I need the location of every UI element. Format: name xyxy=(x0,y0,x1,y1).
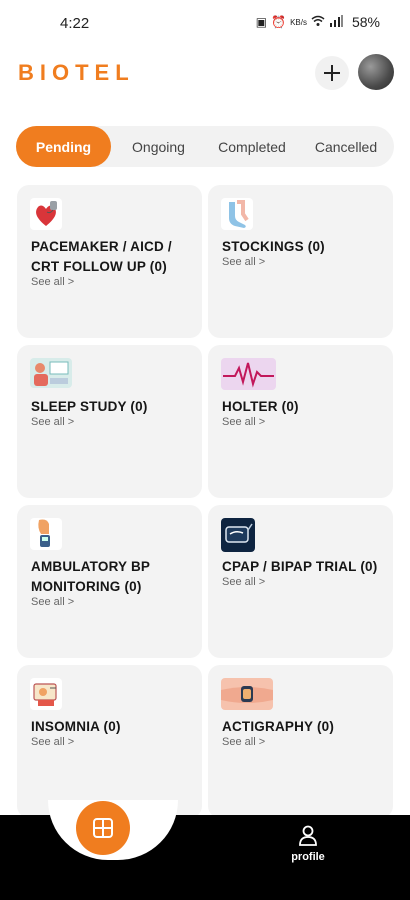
avatar[interactable] xyxy=(358,54,394,90)
card-title: AMBULATORY BP MONITORING (0) xyxy=(31,559,150,594)
battery-level: 58% xyxy=(351,14,380,30)
card-title: PACEMAKER / AICD / CRT FOLLOW UP (0) xyxy=(31,239,172,274)
see-all-link[interactable]: See all > xyxy=(222,256,265,268)
stockings-icon xyxy=(221,198,253,230)
card-title: INSOMNIA (0) xyxy=(31,719,121,734)
profile-nav-item[interactable]: profile xyxy=(285,824,331,863)
see-all-link[interactable]: See all > xyxy=(222,416,265,428)
bp-monitor-icon xyxy=(30,518,62,550)
status-time: 4:22 xyxy=(60,15,90,32)
see-all-link[interactable]: See all > xyxy=(222,736,265,748)
card-stockings[interactable]: STOCKINGS (0) See all > xyxy=(208,185,393,338)
status-tabs: Pending Ongoing Completed Cancelled xyxy=(16,126,394,167)
see-all-link[interactable]: See all > xyxy=(31,736,74,748)
card-title: HOLTER (0) xyxy=(222,399,299,414)
card-cpap-bipap[interactable]: CPAP / BIPAP TRIAL (0) See all > xyxy=(208,505,393,658)
tab-completed[interactable]: Completed xyxy=(206,126,298,167)
status-bar: 4:22 ▣ ⏰ KB/s 58% xyxy=(0,0,410,46)
card-ambulatory-bp[interactable]: AMBULATORY BP MONITORING (0) See all > xyxy=(17,505,202,658)
see-all-link[interactable]: See all > xyxy=(222,576,265,588)
sim-icon: ▣ xyxy=(255,15,268,29)
actigraphy-watch-icon xyxy=(221,678,273,710)
add-button[interactable] xyxy=(315,56,349,90)
app-logo: BIOTEL xyxy=(18,60,135,85)
user-icon xyxy=(299,825,317,846)
signal-icon xyxy=(329,14,343,30)
card-title: STOCKINGS (0) xyxy=(222,239,325,254)
heart-pacemaker-icon xyxy=(30,198,62,230)
app-header: BIOTEL xyxy=(0,54,410,90)
card-holter[interactable]: HOLTER (0) See all > xyxy=(208,345,393,498)
card-title: SLEEP STUDY (0) xyxy=(31,399,148,414)
data-speed-icon: KB/s xyxy=(290,17,307,27)
see-all-link[interactable]: See all > xyxy=(31,596,74,608)
holter-ecg-icon xyxy=(221,358,276,390)
grid-icon xyxy=(93,818,113,838)
card-title: ACTIGRAPHY (0) xyxy=(222,719,335,734)
card-insomnia[interactable]: INSOMNIA (0) See all > xyxy=(17,665,202,818)
home-grid-button[interactable] xyxy=(76,801,130,855)
tab-ongoing[interactable]: Ongoing xyxy=(111,126,206,167)
card-title: CPAP / BIPAP TRIAL (0) xyxy=(222,559,378,574)
see-all-link[interactable]: See all > xyxy=(31,416,74,428)
card-actigraphy[interactable]: ACTIGRAPHY (0) See all > xyxy=(208,665,393,818)
see-all-link[interactable]: See all > xyxy=(31,276,74,288)
plus-icon xyxy=(324,65,340,81)
profile-label: profile xyxy=(291,851,325,863)
cpap-mask-icon xyxy=(221,518,255,552)
tab-pending[interactable]: Pending xyxy=(16,126,111,167)
sleep-study-icon xyxy=(30,358,72,388)
card-pacemaker[interactable]: PACEMAKER / AICD / CRT FOLLOW UP (0) See… xyxy=(17,185,202,338)
status-icons: ▣ ⏰ KB/s 58% xyxy=(256,14,380,30)
tab-cancelled[interactable]: Cancelled xyxy=(298,126,394,167)
wifi-icon xyxy=(311,15,325,30)
alarm-icon: ⏰ xyxy=(271,15,287,29)
insomnia-icon xyxy=(30,678,62,710)
card-sleep-study[interactable]: SLEEP STUDY (0) See all > xyxy=(17,345,202,498)
